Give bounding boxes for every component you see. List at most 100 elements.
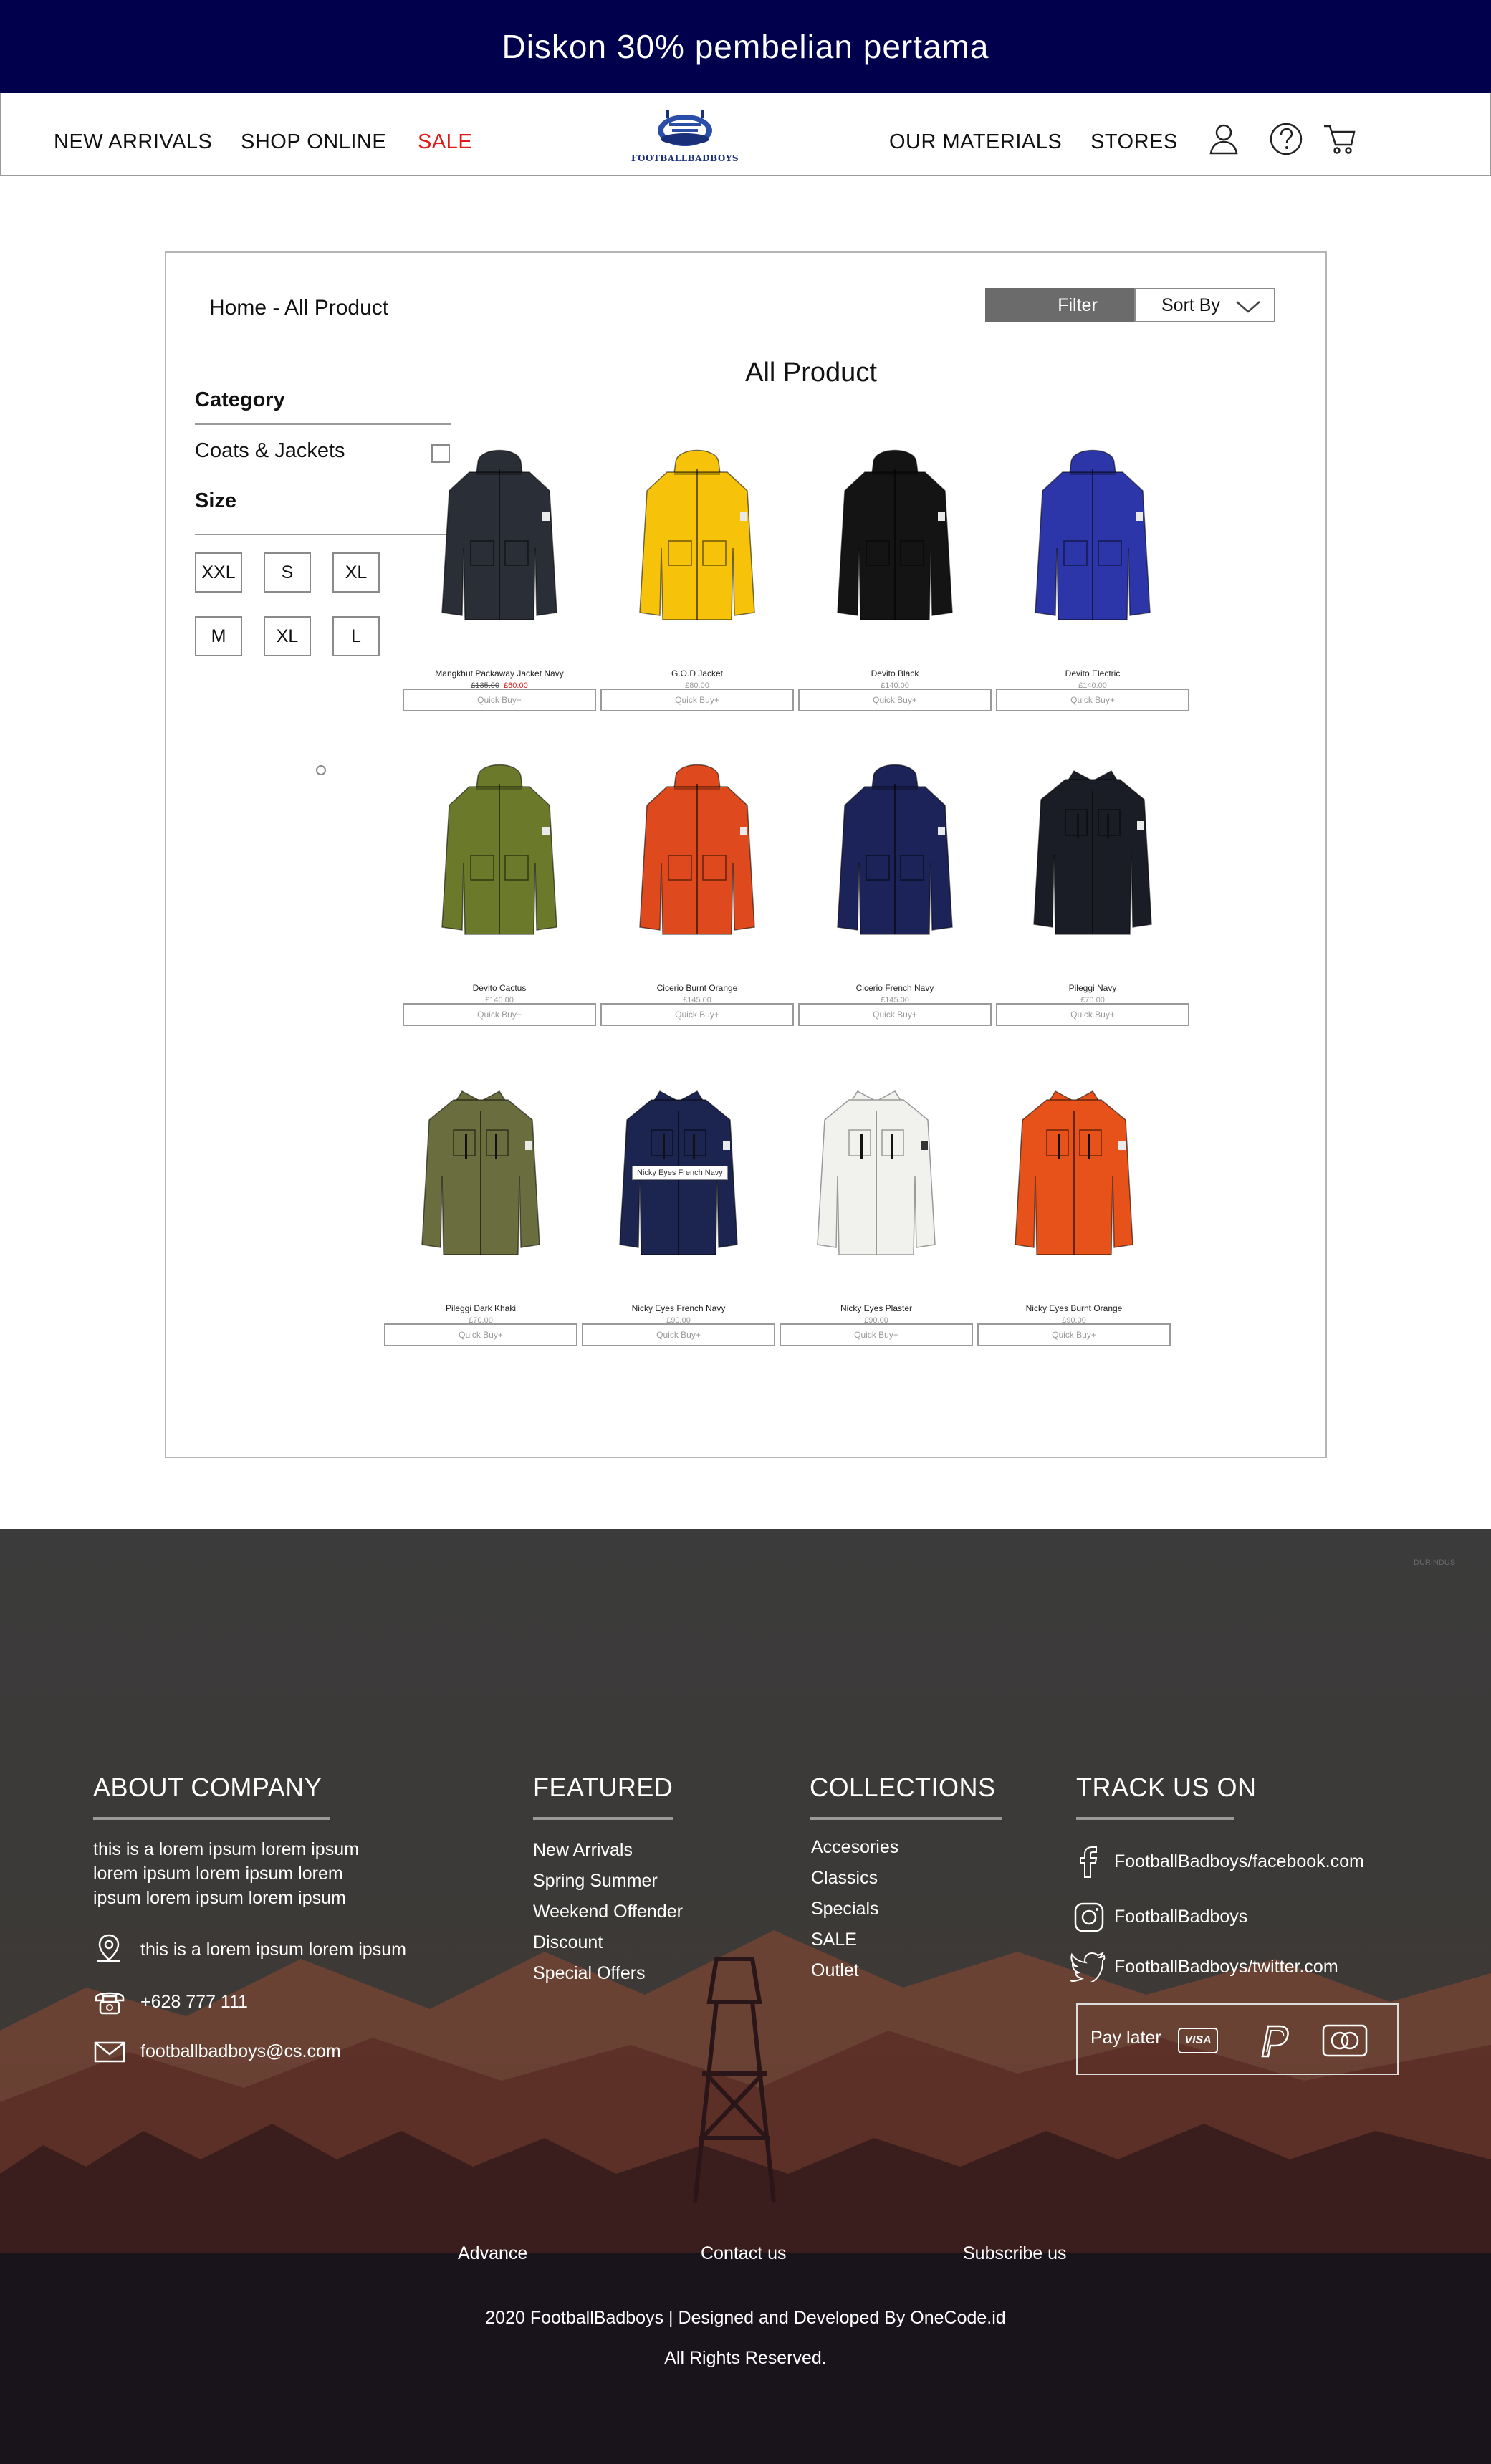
jacket-icon bbox=[1035, 449, 1151, 620]
email-envelope-icon bbox=[93, 2040, 126, 2068]
collection-classics[interactable]: Classics bbox=[811, 1868, 878, 1889]
product-name[interactable]: Nicky Eyes French Navy bbox=[582, 1303, 775, 1313]
product-image[interactable] bbox=[977, 1075, 1171, 1290]
product-card[interactable]: Pileggi Dark Khaki £70.00 Quick Buy+ bbox=[384, 1075, 577, 1348]
quick-buy-button[interactable]: Quick Buy+ bbox=[600, 689, 794, 711]
product-name[interactable]: Nicky Eyes Burnt Orange bbox=[977, 1303, 1171, 1313]
product-card[interactable]: G.O.D Jacket £80.00 Quick Buy+ bbox=[600, 441, 794, 713]
category-heading: Category bbox=[195, 388, 285, 411]
product-image[interactable] bbox=[600, 441, 794, 656]
site-footer: DURINDUS ABOUT COMPANY this is a lorem i… bbox=[0, 1529, 1491, 2464]
product-card[interactable]: Devito Electric £140.00 Quick Buy+ bbox=[996, 441, 1189, 713]
featured-weekend-offender[interactable]: Weekend Offender bbox=[533, 1902, 683, 1922]
product-card[interactable]: Pileggi Navy £70.00 Quick Buy+ bbox=[996, 755, 1189, 1027]
subscribe-us-link[interactable]: Subscribe us bbox=[963, 2243, 1067, 2264]
product-name[interactable]: Devito Electric bbox=[996, 668, 1189, 679]
collection-accesories[interactable]: Accesories bbox=[811, 1837, 898, 1858]
product-image[interactable] bbox=[582, 1075, 775, 1290]
size-m-button[interactable]: M bbox=[195, 616, 242, 656]
product-card[interactable]: Nicky Eyes Plaster £90.00 Quick Buy+ bbox=[780, 1075, 973, 1348]
product-image[interactable] bbox=[780, 1075, 973, 1290]
twitter-link[interactable]: FootballBadboys/twitter.com bbox=[1114, 1957, 1338, 1978]
collections-underline bbox=[810, 1817, 1002, 1820]
site-logo[interactable]: FOOTBALLBADBOYS bbox=[622, 103, 748, 168]
nav-our-materials[interactable]: OUR MATERIALS bbox=[889, 130, 1062, 154]
jacket-icon bbox=[441, 764, 557, 935]
quick-buy-button[interactable]: Quick Buy+ bbox=[798, 689, 992, 711]
product-image[interactable] bbox=[600, 755, 794, 970]
product-image[interactable] bbox=[403, 755, 596, 970]
featured-spring-summer[interactable]: Spring Summer bbox=[533, 1871, 658, 1892]
product-name[interactable]: Devito Black bbox=[798, 668, 992, 679]
twitter-icon[interactable] bbox=[1069, 1952, 1106, 1985]
featured-new-arrivals[interactable]: New Arrivals bbox=[533, 1840, 633, 1861]
collection-sale[interactable]: SALE bbox=[811, 1930, 857, 1950]
size-xl-button-2[interactable]: XL bbox=[264, 616, 311, 656]
quick-buy-button[interactable]: Quick Buy+ bbox=[977, 1323, 1171, 1346]
sort-by-dropdown[interactable]: Sort By bbox=[1134, 288, 1275, 322]
category-coats-jackets[interactable]: Coats & Jackets bbox=[195, 439, 345, 463]
help-icon[interactable] bbox=[1267, 120, 1305, 158]
product-name[interactable]: Devito Cactus bbox=[403, 983, 596, 993]
size-s-button[interactable]: S bbox=[264, 552, 311, 593]
quick-buy-button[interactable]: Quick Buy+ bbox=[582, 1323, 775, 1346]
product-card[interactable]: Nicky Eyes Burnt Orange £90.00 Quick Buy+ bbox=[977, 1075, 1171, 1348]
product-name[interactable]: Nicky Eyes Plaster bbox=[780, 1303, 973, 1313]
product-image[interactable] bbox=[384, 1075, 577, 1290]
product-card[interactable]: Cicerio Burnt Orange £145.00 Quick Buy+ bbox=[600, 755, 794, 1027]
advance-link[interactable]: Advance bbox=[458, 2243, 527, 2264]
size-xl-button[interactable]: XL bbox=[332, 552, 380, 593]
product-name[interactable]: Pileggi Dark Khaki bbox=[384, 1303, 577, 1313]
collection-specials[interactable]: Specials bbox=[811, 1899, 879, 1919]
cart-icon[interactable] bbox=[1321, 120, 1358, 158]
size-l-button[interactable]: L bbox=[332, 616, 380, 656]
product-image[interactable] bbox=[996, 441, 1189, 656]
product-name[interactable]: Mangkhut Packaway Jacket Navy bbox=[403, 668, 596, 679]
phone-number[interactable]: +628 777 111 bbox=[140, 1990, 248, 2014]
nav-sale[interactable]: SALE bbox=[418, 130, 472, 154]
email-address[interactable]: footballbadboys@cs.com bbox=[140, 2039, 341, 2063]
quick-buy-button[interactable]: Quick Buy+ bbox=[403, 1003, 596, 1026]
about-underline bbox=[93, 1817, 330, 1820]
product-card[interactable]: Cicerio French Navy £145.00 Quick Buy+ bbox=[798, 755, 992, 1027]
quick-buy-button[interactable]: Quick Buy+ bbox=[384, 1323, 577, 1346]
quick-buy-button[interactable]: Quick Buy+ bbox=[403, 689, 596, 711]
product-card[interactable]: Devito Black £140.00 Quick Buy+ bbox=[798, 441, 992, 713]
nav-stores[interactable]: STORES bbox=[1090, 130, 1178, 154]
featured-discount[interactable]: Discount bbox=[533, 1932, 603, 1953]
breadcrumb[interactable]: Home - All Product bbox=[209, 296, 388, 320]
product-image[interactable] bbox=[798, 755, 992, 970]
nav-shop-online[interactable]: SHOP ONLINE bbox=[241, 130, 386, 154]
product-name[interactable]: G.O.D Jacket bbox=[600, 668, 794, 679]
product-name[interactable]: Cicerio French Navy bbox=[798, 983, 992, 993]
quick-buy-button[interactable]: Quick Buy+ bbox=[780, 1323, 973, 1346]
product-image[interactable] bbox=[996, 755, 1189, 970]
contact-us-link[interactable]: Contact us bbox=[701, 2243, 787, 2264]
featured-special-offers[interactable]: Special Offers bbox=[533, 1963, 646, 1984]
instagram-link[interactable]: FootballBadboys bbox=[1114, 1907, 1247, 1927]
size-xxl-button[interactable]: XXL bbox=[195, 552, 242, 593]
promo-banner: Diskon 30% pembelian pertama bbox=[0, 0, 1491, 93]
quick-buy-button[interactable]: Quick Buy+ bbox=[798, 1003, 992, 1026]
quick-buy-button[interactable]: Quick Buy+ bbox=[600, 1003, 794, 1026]
product-card[interactable]: Devito Cactus £140.00 Quick Buy+ bbox=[403, 755, 596, 1027]
quick-buy-button[interactable]: Quick Buy+ bbox=[996, 689, 1189, 711]
mastercard-icon bbox=[1322, 2024, 1368, 2057]
about-heading: ABOUT COMPANY bbox=[93, 1773, 322, 1802]
collection-outlet[interactable]: Outlet bbox=[811, 1960, 859, 1981]
facebook-icon[interactable] bbox=[1073, 1846, 1102, 1882]
user-icon[interactable] bbox=[1205, 120, 1242, 158]
quick-buy-button[interactable]: Quick Buy+ bbox=[996, 1003, 1189, 1026]
nav-new-arrivals[interactable]: NEW ARRIVALS bbox=[54, 130, 212, 154]
facebook-link[interactable]: FootballBadboys/facebook.com bbox=[1114, 1851, 1364, 1872]
product-image[interactable] bbox=[403, 441, 596, 656]
product-image[interactable] bbox=[798, 441, 992, 656]
rights-text: All Rights Reserved. bbox=[664, 2348, 827, 2368]
product-card[interactable]: Nicky Eyes French Navy £90.00 Quick Buy+ Ni… bbox=[582, 1075, 775, 1348]
product-name[interactable]: Pileggi Navy bbox=[996, 983, 1189, 993]
product-card[interactable]: Mangkhut Packaway Jacket Navy £135.00 £60.… bbox=[403, 441, 596, 713]
instagram-icon[interactable] bbox=[1073, 1902, 1105, 1937]
product-name[interactable]: Cicerio Burnt Orange bbox=[600, 983, 794, 993]
page-title: All Product bbox=[745, 358, 877, 388]
chevron-down-icon bbox=[1236, 301, 1260, 313]
